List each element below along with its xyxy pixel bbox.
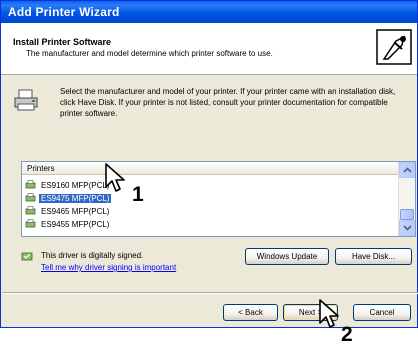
scroll-down-button[interactable] xyxy=(399,220,415,236)
back-button[interactable]: < Back xyxy=(223,304,278,321)
wizard-header: Install Printer Software The manufacture… xyxy=(1,23,417,75)
scroll-up-button[interactable] xyxy=(399,162,415,178)
printer-label: ES9160 MFP(PCL) xyxy=(41,181,110,190)
mouse-pointer-icon xyxy=(105,163,125,192)
list-item[interactable]: ES9160 MFP(PCL) xyxy=(25,180,111,192)
chevron-down-icon xyxy=(403,225,412,231)
install-software-icon xyxy=(376,29,412,65)
signed-driver-icon xyxy=(21,252,33,261)
printer-label: ES9475 MFP(PCL) xyxy=(37,193,113,204)
intro-text: Select the manufacturer and model of you… xyxy=(60,87,396,118)
list-scrollbar[interactable] xyxy=(398,162,415,236)
mouse-pointer-icon xyxy=(319,299,339,328)
chevron-up-icon xyxy=(403,167,412,173)
title-bar[interactable]: Add Printer Wizard xyxy=(1,1,417,23)
printer-small-icon xyxy=(25,180,36,189)
list-item-selected[interactable]: ES9475 MFP(PCL) xyxy=(25,193,113,205)
printer-small-icon xyxy=(25,219,36,228)
driver-signed-status: This driver is digitally signed. xyxy=(41,251,144,260)
printer-icon xyxy=(14,89,38,111)
printer-label: ES9465 MFP(PCL) xyxy=(41,207,110,216)
window-title: Add Printer Wizard xyxy=(8,5,120,19)
step-number-2: 2 xyxy=(341,323,353,345)
printer-small-icon xyxy=(25,206,36,215)
intro-section: Select the manufacturer and model of you… xyxy=(13,83,413,127)
footer-divider xyxy=(2,292,418,294)
step-1-callout: 1 xyxy=(104,163,148,209)
windows-update-button[interactable]: Windows Update xyxy=(245,248,329,265)
list-item[interactable]: ES9465 MFP(PCL) xyxy=(25,206,111,218)
header-title: Install Printer Software xyxy=(13,37,112,47)
printer-small-icon xyxy=(25,193,36,202)
driver-signing-link[interactable]: Tell me why driver signing is important xyxy=(41,263,176,272)
printers-list[interactable]: Printers ES9160 MFP(PCL) ES9475 MFP(PCL)… xyxy=(21,161,416,237)
scroll-thumb[interactable] xyxy=(400,209,414,220)
step-number-1: 1 xyxy=(132,183,144,206)
header-subtitle: The manufacturer and model determine whi… xyxy=(26,49,273,58)
printers-column-header[interactable]: Printers xyxy=(22,162,400,175)
printer-label: ES9455 MFP(PCL) xyxy=(41,220,110,229)
step-2-callout: 2 xyxy=(318,299,368,345)
list-item[interactable]: ES9455 MFP(PCL) xyxy=(25,219,111,231)
add-printer-wizard-window: Add Printer Wizard Install Printer Softw… xyxy=(0,0,418,328)
have-disk-button[interactable]: Have Disk... xyxy=(335,248,412,265)
